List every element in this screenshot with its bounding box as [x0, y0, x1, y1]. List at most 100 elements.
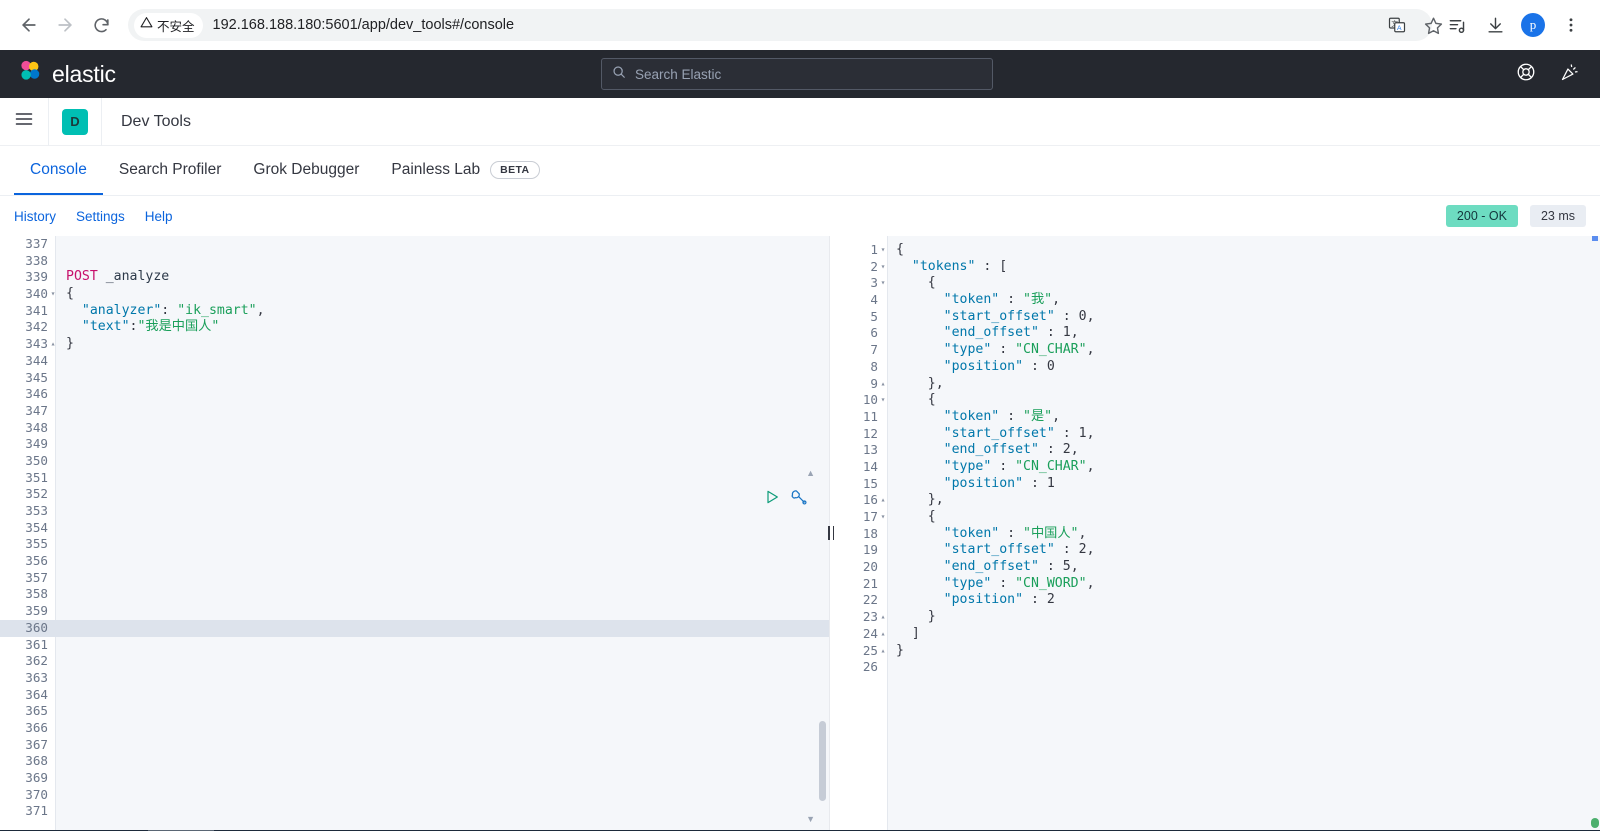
code-line[interactable]: 365	[0, 703, 829, 720]
code-line[interactable]: 351	[0, 470, 829, 487]
code-line[interactable]: 338	[0, 253, 829, 270]
nav-menu-button[interactable]	[0, 98, 48, 146]
code-line[interactable]: 12 "start_offset" : 1,	[830, 426, 1600, 443]
code-line[interactable]: 354	[0, 520, 829, 537]
code-line[interactable]: 5 "start_offset" : 0,	[830, 309, 1600, 326]
code-fold-toggle[interactable]: ▾	[878, 242, 888, 259]
address-bar[interactable]: 不安全 192.168.188.180:5601/app/dev_tools#/…	[128, 9, 1432, 41]
editor-scroll-down-indicator[interactable]: ▼	[806, 814, 815, 824]
code-line[interactable]: 343 ▴}	[0, 336, 829, 353]
history-button[interactable]: History	[14, 209, 56, 224]
security-status-chip[interactable]: 不安全	[134, 12, 203, 38]
code-line[interactable]: 356	[0, 553, 829, 570]
code-line[interactable]: 347	[0, 403, 829, 420]
chrome-menu-button[interactable]	[1554, 8, 1588, 42]
profile-button[interactable]: p	[1516, 8, 1550, 42]
code-line[interactable]: 368	[0, 753, 829, 770]
code-line[interactable]: 364	[0, 687, 829, 704]
code-line[interactable]: 353	[0, 503, 829, 520]
code-line[interactable]: 19 "start_offset" : 2,	[830, 542, 1600, 559]
help-lifebuoy-icon[interactable]	[1516, 62, 1536, 87]
code-line[interactable]: 10 ▾ {	[830, 392, 1600, 409]
output-scroll-bottom-marker[interactable]	[1591, 818, 1599, 828]
code-fold-toggle[interactable]: ▾	[878, 275, 888, 292]
code-fold-toggle[interactable]: ▾	[878, 392, 888, 409]
code-line[interactable]: 348	[0, 420, 829, 437]
code-line[interactable]: 21 "type" : "CN_WORD",	[830, 576, 1600, 593]
code-fold-toggle[interactable]: ▾	[878, 509, 888, 526]
download-button[interactable]	[1478, 8, 1512, 42]
settings-button[interactable]: Settings	[76, 209, 125, 224]
code-line[interactable]: 4 "token" : "我",	[830, 292, 1600, 309]
code-line[interactable]: 7 "type" : "CN_CHAR",	[830, 342, 1600, 359]
code-line[interactable]: 14 "type" : "CN_CHAR",	[830, 459, 1600, 476]
code-line[interactable]: 363	[0, 670, 829, 687]
code-line[interactable]: 26	[830, 659, 1600, 676]
reload-button[interactable]	[84, 8, 118, 42]
code-line[interactable]: 352	[0, 486, 829, 503]
code-line[interactable]: 13 "end_offset" : 2,	[830, 442, 1600, 459]
app-badge-wrapper[interactable]: D	[49, 98, 101, 146]
tab-search-profiler[interactable]: Search Profiler	[103, 146, 238, 195]
code-line[interactable]: 367	[0, 737, 829, 754]
play-send-request-icon[interactable]	[764, 489, 780, 510]
code-line[interactable]: 9 ▴ },	[830, 376, 1600, 393]
code-fold-toggle[interactable]: ▴	[878, 609, 888, 626]
code-line[interactable]: 1 ▾{	[830, 242, 1600, 259]
code-line[interactable]: 370	[0, 787, 829, 804]
code-line[interactable]: 341 "analyzer": "ik_smart",	[0, 303, 829, 320]
code-line[interactable]: 357	[0, 570, 829, 587]
response-time-badge[interactable]: 23 ms	[1529, 205, 1586, 227]
translate-button[interactable]: 文A	[1380, 8, 1414, 42]
code-line[interactable]: 339 POST _analyze	[0, 269, 829, 286]
code-fold-toggle[interactable]: ▴	[878, 643, 888, 660]
wrench-tools-icon[interactable]	[790, 488, 807, 510]
pane-resize-handle[interactable]	[824, 236, 838, 830]
code-fold-toggle[interactable]: ▾	[878, 259, 888, 276]
code-line[interactable]: 23 ▴ }	[830, 609, 1600, 626]
code-line[interactable]: 344	[0, 353, 829, 370]
code-line[interactable]: 18 "token" : "中国人",	[830, 526, 1600, 543]
code-fold-toggle[interactable]: ▴	[878, 626, 888, 643]
code-fold-toggle[interactable]: ▴	[878, 376, 888, 393]
code-line[interactable]: 8 "position" : 0	[830, 359, 1600, 376]
response-output-pane[interactable]: 1 ▾{2 ▾ "tokens" : [3 ▾ {4 "token" : "我", 5 …	[830, 236, 1600, 830]
elastic-logo-link[interactable]: elastic	[16, 58, 116, 90]
code-line[interactable]: 360	[0, 619, 829, 637]
code-line[interactable]: 371	[0, 803, 829, 820]
bookmark-button[interactable]	[1416, 8, 1450, 42]
code-line[interactable]: 2 ▾ "tokens" : [	[830, 259, 1600, 276]
code-line[interactable]: 346	[0, 386, 829, 403]
output-scroll-top-marker[interactable]	[1592, 236, 1598, 241]
help-button[interactable]: Help	[145, 209, 173, 224]
request-editor-pane[interactable]: 337 338 339 POST _analyze 340 ▾ {341 "analyzer…	[0, 236, 830, 830]
code-line[interactable]: 340 ▾ {	[0, 286, 829, 303]
code-line[interactable]: 22 "position" : 2	[830, 592, 1600, 609]
forward-button[interactable]	[48, 8, 82, 42]
code-line[interactable]: 350	[0, 453, 829, 470]
status-badge[interactable]: 200 - OK	[1445, 205, 1518, 227]
code-fold-toggle[interactable]: ▾	[48, 286, 58, 303]
code-line[interactable]: 11 "token" : "是",	[830, 409, 1600, 426]
code-line[interactable]: 337	[0, 236, 829, 253]
code-line[interactable]: 16 ▴ },	[830, 492, 1600, 509]
tab-grok-debugger[interactable]: Grok Debugger	[237, 146, 375, 195]
code-line[interactable]: 366	[0, 720, 829, 737]
tab-console[interactable]: Console	[14, 146, 103, 195]
code-line[interactable]: 359	[0, 603, 829, 620]
code-line[interactable]: 24 ▴ ]	[830, 626, 1600, 643]
code-line[interactable]: 358	[0, 586, 829, 603]
code-fold-toggle[interactable]: ▴	[48, 336, 58, 353]
code-line[interactable]: 369	[0, 770, 829, 787]
code-line[interactable]: 345	[0, 370, 829, 387]
code-line[interactable]: 342 "text":"我是中国人"	[0, 319, 829, 336]
global-search-input[interactable]: Search Elastic	[601, 58, 993, 90]
code-line[interactable]: 361	[0, 637, 829, 654]
code-line[interactable]: 362	[0, 653, 829, 670]
code-line[interactable]: 355	[0, 536, 829, 553]
code-line[interactable]: 25 ▴}	[830, 643, 1600, 660]
code-line[interactable]: 17 ▾ {	[830, 509, 1600, 526]
announcement-icon[interactable]	[1560, 62, 1580, 87]
code-line[interactable]: 349	[0, 436, 829, 453]
request-editor-code[interactable]: 337 338 339 POST _analyze 340 ▾ {341 "analyzer…	[0, 236, 829, 830]
